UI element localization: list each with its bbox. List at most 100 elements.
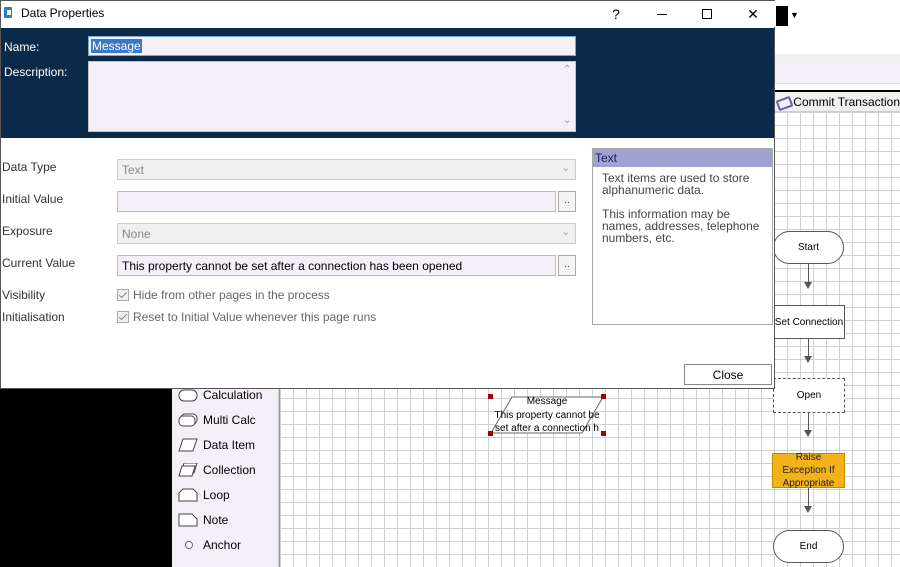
toolbox-item-label: Data Item bbox=[203, 438, 256, 452]
info-text: Text items are used to store alphanumeri… bbox=[602, 171, 750, 197]
toolbox-item-label: Note bbox=[203, 513, 229, 527]
note-icon bbox=[178, 513, 198, 527]
toolbox-item-data-item[interactable]: Data Item bbox=[178, 438, 255, 452]
app-icon bbox=[3, 6, 15, 20]
loop-icon bbox=[178, 488, 198, 502]
name-description-panel: Name: Message Description: ⌃ ⌄ bbox=[1, 28, 774, 138]
toolbox-item-collection[interactable]: Collection bbox=[178, 462, 256, 477]
visibility-label: Visibility bbox=[2, 288, 46, 302]
collection-icon bbox=[178, 462, 198, 477]
help-icon: ? bbox=[612, 6, 620, 22]
visibility-checkbox[interactable] bbox=[117, 289, 129, 301]
flow-connector bbox=[808, 264, 809, 282]
selection-handle[interactable] bbox=[601, 431, 606, 436]
exposure-value: None bbox=[122, 227, 151, 241]
initialisation-checkbox-row[interactable]: Reset to Initial Value whenever this pag… bbox=[117, 310, 376, 324]
initialisation-checkbox-label: Reset to Initial Value whenever this pag… bbox=[133, 310, 377, 324]
toolbox-item-loop[interactable]: Loop bbox=[178, 488, 230, 502]
minimize-button[interactable] bbox=[639, 1, 685, 27]
type-info-panel: Text Text items are used to store alphan… bbox=[592, 148, 773, 325]
flow-set-connection[interactable]: Set Connection bbox=[773, 305, 845, 339]
selection-handle[interactable] bbox=[488, 394, 493, 399]
flow-end-label: End bbox=[799, 541, 818, 552]
toolbox-item-multi-calc[interactable]: Multi Calc bbox=[178, 413, 256, 427]
toolbox-item-label: Collection bbox=[203, 463, 256, 477]
dialog-title: Data Properties bbox=[21, 6, 105, 20]
help-button[interactable]: ? bbox=[593, 1, 639, 27]
data-properties-dialog: Data Properties ? ✕ Name: Message Descri… bbox=[0, 0, 776, 389]
dialog-titlebar[interactable]: Data Properties ? ✕ bbox=[1, 1, 776, 27]
data-type-select[interactable]: Text ⌄ bbox=[117, 159, 576, 180]
toolbox-item-label: Loop bbox=[203, 488, 230, 502]
flow-raise-exception[interactable]: Raise Exception If Appropriate bbox=[772, 452, 845, 489]
flow-open[interactable]: Open bbox=[773, 378, 845, 413]
flow-arrow bbox=[804, 282, 812, 289]
current-value: This property cannot be set after a conn… bbox=[122, 259, 463, 273]
toolbox-item-label: Multi Calc bbox=[203, 413, 256, 427]
description-input[interactable]: ⌃ ⌄ bbox=[88, 61, 576, 132]
exposure-label: Exposure bbox=[2, 224, 53, 238]
description-label: Description: bbox=[4, 65, 68, 79]
canvas-divider bbox=[279, 388, 280, 567]
initial-value-label: Initial Value bbox=[2, 192, 64, 206]
toolbox-item-anchor[interactable]: Anchor bbox=[178, 538, 241, 552]
toolbox-item-label: Anchor bbox=[203, 538, 242, 552]
chevron-down-icon: ⌄ bbox=[561, 163, 570, 174]
flow-start-label: Start bbox=[797, 242, 820, 253]
maximize-icon bbox=[702, 9, 712, 19]
close-icon: ✕ bbox=[747, 5, 759, 22]
visibility-checkbox-row[interactable]: Hide from other pages in the process bbox=[117, 288, 330, 302]
name-input[interactable]: Message bbox=[88, 36, 576, 56]
canvas-data-item[interactable]: Message This property cannot be set afte… bbox=[490, 396, 604, 434]
flow-end[interactable]: End bbox=[773, 530, 844, 563]
color-swatch[interactable] bbox=[776, 6, 788, 26]
flow-arrow bbox=[804, 506, 812, 513]
current-value-label: Current Value bbox=[2, 256, 76, 270]
info-panel-body: Text items are used to store alphanumeri… bbox=[593, 167, 772, 261]
flow-raise-exception-label: Raise Exception If Appropriate bbox=[782, 452, 835, 489]
data-item-icon bbox=[178, 438, 198, 452]
flow-connector bbox=[808, 339, 809, 356]
chevron-down-icon[interactable]: ▼ bbox=[790, 10, 799, 20]
toolbar: Commit Transaction bbox=[772, 92, 900, 112]
scroll-down-icon[interactable]: ⌄ bbox=[563, 116, 571, 126]
initial-value-input[interactable] bbox=[117, 191, 556, 212]
data-item-title: Message bbox=[526, 396, 568, 407]
minimize-icon bbox=[657, 13, 667, 15]
close-button[interactable]: Close bbox=[684, 364, 772, 385]
current-value-input[interactable]: This property cannot be set after a conn… bbox=[117, 255, 556, 276]
data-item-value: This property cannot be set after a conn… bbox=[494, 410, 600, 434]
calculation-icon bbox=[178, 388, 198, 402]
page-tab-row bbox=[775, 64, 900, 84]
chevron-down-icon: ⌄ bbox=[561, 227, 570, 238]
commit-transaction-button[interactable]: Commit Transaction bbox=[793, 95, 900, 109]
info-panel-title: Text bbox=[593, 149, 772, 167]
toolbox-item-note[interactable]: Note bbox=[178, 513, 228, 527]
selection-handle[interactable] bbox=[601, 394, 606, 399]
exposure-select[interactable]: None ⌄ bbox=[117, 223, 576, 244]
toolbox-item-label: Calculation bbox=[203, 388, 263, 402]
close-window-button[interactable]: ✕ bbox=[730, 1, 776, 27]
flow-arrow bbox=[804, 430, 812, 437]
info-text: This information may be names, addresses… bbox=[602, 207, 760, 245]
flow-open-label: Open bbox=[796, 390, 822, 401]
multi-calc-icon bbox=[178, 413, 198, 427]
data-type-value: Text bbox=[122, 163, 145, 177]
anchor-icon bbox=[178, 538, 198, 552]
maximize-button[interactable] bbox=[684, 1, 730, 27]
selection-handle[interactable] bbox=[488, 431, 493, 436]
scroll-up-icon[interactable]: ⌃ bbox=[563, 65, 571, 75]
commit-transaction-icon[interactable] bbox=[776, 96, 788, 108]
name-label: Name: bbox=[4, 40, 40, 54]
name-value: Message bbox=[91, 39, 142, 53]
initialisation-checkbox[interactable] bbox=[117, 311, 129, 323]
visibility-checkbox-label: Hide from other pages in the process bbox=[133, 288, 330, 302]
initialisation-label: Initialisation bbox=[2, 310, 65, 324]
current-value-browse-button[interactable]: .. bbox=[558, 255, 576, 276]
toolbox-item-calculation[interactable]: Calculation bbox=[178, 388, 262, 402]
initial-value-browse-button[interactable]: .. bbox=[558, 191, 576, 212]
flow-connector bbox=[808, 488, 809, 506]
flow-set-connection-label: Set Connection bbox=[774, 316, 844, 328]
flow-start[interactable]: Start bbox=[773, 231, 844, 264]
data-type-label: Data Type bbox=[2, 160, 57, 174]
